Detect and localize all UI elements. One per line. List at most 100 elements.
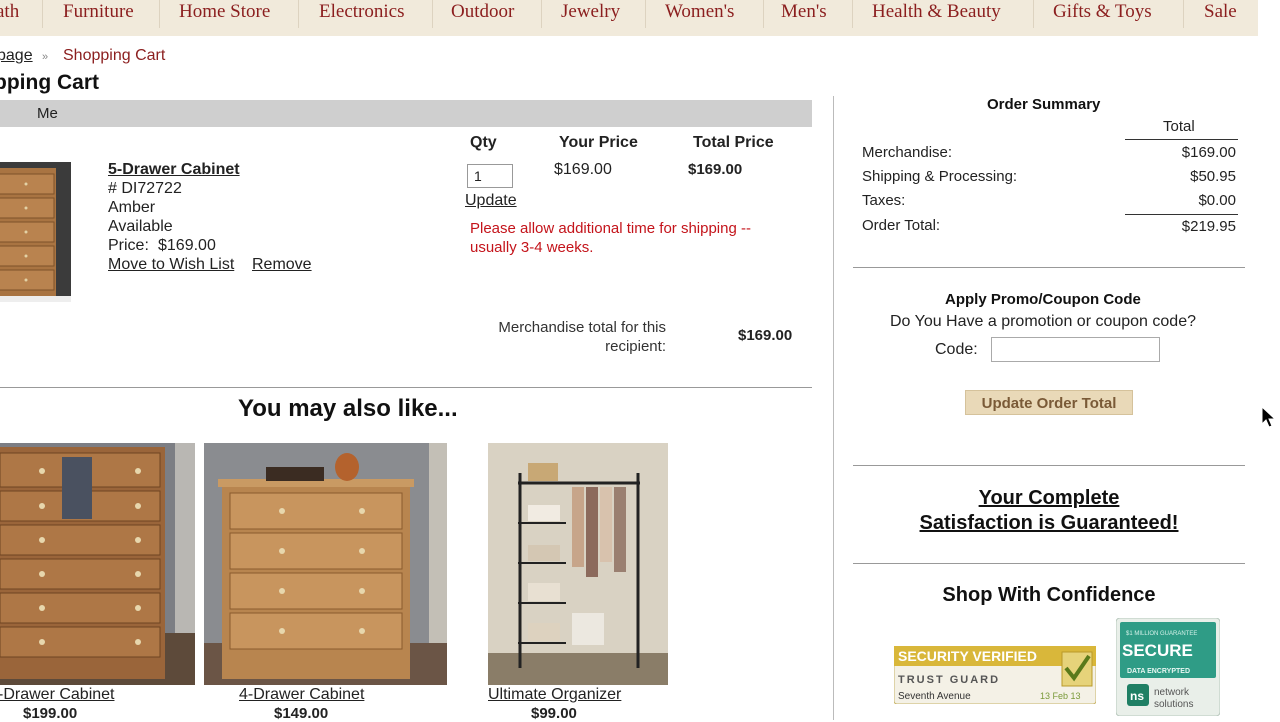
nav-item-jewelry[interactable]: Jewelry	[561, 0, 620, 24]
cart-item-image[interactable]	[0, 162, 71, 302]
summary-merchandise-label: Merchandise:	[862, 144, 953, 161]
summary-merchandise-value: $169.00	[1181, 144, 1236, 161]
nav-item-home-store[interactable]: Home Store	[179, 0, 270, 24]
nav-item-outdoor[interactable]: Outdoor	[451, 0, 514, 24]
sidebar-section-divider	[853, 465, 1245, 466]
summary-taxes-label: Taxes:	[862, 192, 906, 209]
recommendation-name-link[interactable]: Ultimate Organizer	[488, 686, 621, 704]
recommendations-title: You may also like...	[238, 395, 458, 422]
promo-code-label: Code:	[935, 341, 978, 358]
recommendation-name-link[interactable]: 4-Drawer Cabinet	[239, 686, 364, 704]
network-solutions-secure-badge[interactable]: $1 MILLION GUARANTEE SECURE DATA ENCRYPT…	[1115, 617, 1221, 717]
section-divider	[0, 387, 812, 388]
sidebar-divider	[833, 96, 834, 720]
nav-item-furniture[interactable]: Furniture	[63, 0, 134, 24]
column-header-your-price: Your Price	[559, 134, 638, 151]
cart-item-total-price: $169.00	[688, 161, 743, 178]
summary-rule	[1125, 214, 1238, 215]
page-title: pping Cart	[0, 71, 99, 94]
recommendation-price: $199.00	[23, 705, 78, 722]
trust-badge-top-text: SECURITY VERIFIED	[898, 648, 1037, 664]
secure-badge-brand2: solutions	[1154, 699, 1193, 710]
summary-rule	[1125, 139, 1238, 140]
svg-text:ns: ns	[1130, 689, 1144, 703]
promo-code-input[interactable]	[991, 337, 1160, 362]
trust-guard-badge[interactable]: SECURITY VERIFIED TRUST GUARD Seventh Av…	[893, 645, 1097, 705]
cart-item-color: Amber	[108, 199, 156, 216]
column-header-qty: Qty	[470, 134, 497, 151]
cart-item-name-link[interactable]: 5-Drawer Cabinet	[108, 161, 240, 179]
promo-title: Apply Promo/Coupon Code	[945, 291, 1141, 308]
cart-item-availability: Available	[108, 218, 173, 235]
breadcrumb-home-link[interactable]: page	[0, 47, 33, 65]
trust-badge-site-text: Seventh Avenue	[898, 691, 971, 702]
nav-item-health-beauty[interactable]: Health & Beauty	[872, 0, 1001, 24]
update-order-total-button[interactable]: Update Order Total	[965, 390, 1133, 415]
secure-badge-main-text: SECURE	[1122, 641, 1193, 660]
nav-divider	[42, 0, 43, 28]
guarantee-line-2: Satisfaction is Guaranteed!	[919, 512, 1179, 534]
summary-order-total-value: $219.95	[1181, 218, 1236, 235]
quantity-input[interactable]	[467, 164, 513, 188]
summary-shipping-value: $50.95	[1190, 168, 1236, 185]
cart-item-sku: # DI72722	[108, 180, 182, 197]
nav-divider	[159, 0, 160, 28]
column-header-total-price: Total Price	[693, 134, 774, 151]
cart-item-price: $169.00	[158, 237, 216, 254]
nav-item-electronics[interactable]: Electronics	[319, 0, 404, 24]
recommendation-price: $149.00	[274, 705, 329, 722]
remove-item-link[interactable]: Remove	[252, 256, 312, 274]
sidebar-section-divider	[853, 267, 1245, 268]
cart-item-price-label: Price:	[108, 237, 149, 254]
nav-divider	[1033, 0, 1034, 28]
satisfaction-guarantee-link[interactable]: Your Complete Satisfaction is Guaranteed…	[853, 486, 1245, 536]
cabinet-image	[0, 162, 71, 302]
secure-seal-icon: $1 MILLION GUARANTEE SECURE DATA ENCRYPT…	[1115, 617, 1221, 717]
shop-with-confidence-title: Shop With Confidence	[942, 584, 1156, 606]
secure-badge-sub-text: DATA ENCRYPTED	[1127, 668, 1190, 675]
nav-divider	[645, 0, 646, 28]
merchandise-total-label: Merchandise total for this recipient:	[498, 319, 666, 355]
trust-badge-date-text: 13 Feb 13	[1040, 691, 1081, 701]
security-verified-badge-icon: SECURITY VERIFIED TRUST GUARD Seventh Av…	[893, 645, 1097, 705]
summary-shipping-label: Shipping & Processing:	[862, 168, 1018, 185]
four-drawer-cabinet-image	[204, 443, 447, 685]
recommendation-image[interactable]	[204, 443, 447, 685]
nav-item-sale[interactable]: Sale	[1204, 0, 1237, 24]
trust-badge-mid-text: TRUST GUARD	[898, 674, 1000, 686]
recommendation-image[interactable]	[488, 443, 668, 685]
nav-divider	[1183, 0, 1184, 28]
organizer-image	[488, 443, 668, 685]
sidebar-section-divider	[853, 563, 1245, 564]
secure-badge-top-text: $1 MILLION GUARANTEE	[1126, 631, 1197, 637]
order-summary-title: Order Summary	[987, 96, 1101, 113]
promo-question: Do You Have a promotion or coupon code?	[890, 313, 1196, 330]
breadcrumb-separator: »	[42, 51, 49, 63]
nav-divider	[298, 0, 299, 28]
move-to-wishlist-link[interactable]: Move to Wish List	[108, 256, 234, 274]
shipping-delay-notice: Please allow additional time for shippin…	[470, 220, 751, 256]
nav-item-gifts-toys[interactable]: Gifts & Toys	[1053, 0, 1152, 24]
nav-divider	[541, 0, 542, 28]
update-quantity-link[interactable]: Update	[465, 192, 517, 210]
nav-item-womens[interactable]: Women's	[665, 0, 734, 24]
drawer-cabinet-image	[0, 443, 195, 685]
merchandise-total-value: $169.00	[738, 327, 793, 344]
summary-taxes-value: $0.00	[1198, 192, 1236, 209]
recipient-header: Me	[0, 100, 812, 127]
nav-item-mens[interactable]: Men's	[781, 0, 827, 24]
order-summary-total-header: Total	[1163, 118, 1195, 135]
top-navigation: ath Furniture Home Store Electronics Out…	[0, 0, 1258, 36]
recommendation-image[interactable]	[0, 443, 195, 685]
nav-divider	[432, 0, 433, 28]
nav-divider	[763, 0, 764, 28]
secure-badge-brand1: network	[1154, 687, 1190, 698]
recommendation-name-link[interactable]: -Drawer Cabinet	[0, 686, 114, 704]
mouse-cursor-icon	[1261, 406, 1277, 428]
nav-item-bath[interactable]: ath	[0, 0, 19, 24]
cart-item-your-price: $169.00	[554, 161, 612, 178]
summary-order-total-label: Order Total:	[862, 217, 941, 234]
nav-divider	[852, 0, 853, 28]
recommendation-price: $99.00	[531, 705, 577, 722]
recipient-name: Me	[37, 105, 58, 122]
